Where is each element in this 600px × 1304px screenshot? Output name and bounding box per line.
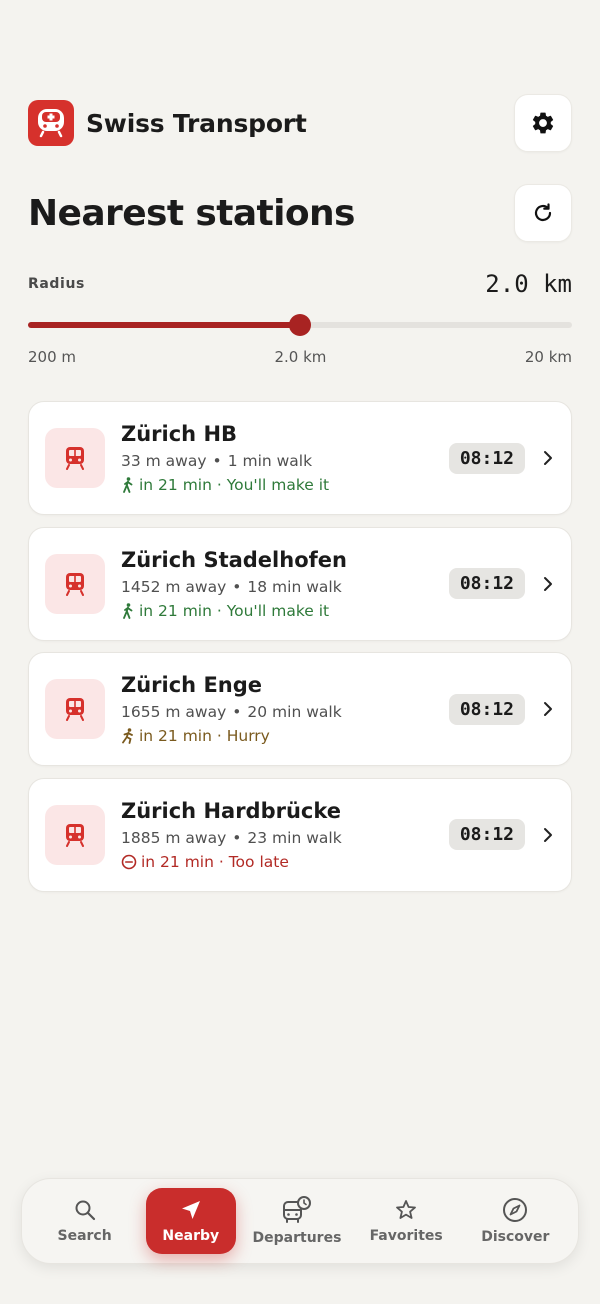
station-status: in 21 min · You'll make it — [121, 475, 449, 495]
app-logo-icon — [28, 100, 74, 146]
nav-favorites-label: Favorites — [369, 1228, 443, 1244]
train-icon — [45, 553, 105, 614]
slider-tick-min: 200 m — [28, 348, 77, 366]
walking-icon — [123, 602, 133, 619]
station-card[interactable]: Zürich Stadelhofen 1452 m away • 18 min wa… — [28, 526, 572, 641]
departure-time: 08:12 — [448, 568, 525, 599]
app-title: Swiss Transport — [86, 108, 307, 138]
station-card[interactable]: Zürich Enge 1655 m away • 20 min walk in 2… — [28, 652, 572, 766]
radius-row: Radius 2.0 km — [28, 270, 572, 298]
station-name: Zürich Hardbrücke — [121, 798, 342, 823]
station-card[interactable]: Zürich Hardbrücke 1885 m away • 23 min wal… — [28, 777, 572, 892]
slider-tick-mid: 2.0 km — [274, 348, 327, 366]
app-header: Swiss Transport — [28, 93, 572, 153]
train-icon — [45, 428, 105, 488]
refresh-button[interactable] — [514, 184, 572, 242]
page-title: Nearest stations — [28, 192, 355, 234]
chevron-right-icon — [543, 827, 553, 843]
station-card[interactable]: Zürich HB 33 m away • 1 min walk in 21 min… — [28, 401, 572, 515]
status-text: in 21 min · You'll make it — [139, 601, 330, 620]
station-list: Zürich HB 33 m away • 1 min walk in 21 min… — [28, 401, 572, 903]
slider-thumb[interactable] — [289, 314, 311, 336]
distance-text: 1655 m away — [121, 703, 227, 721]
status-text: in 21 min · You'll make it — [139, 476, 330, 494]
navigation-arrow-icon — [181, 1201, 200, 1219]
distance-text: 1885 m away — [121, 828, 227, 847]
refresh-icon — [534, 203, 552, 222]
slider-ticks: 200 m 2.0 km 20 km — [28, 348, 572, 366]
station-name: Zürich HB — [121, 422, 238, 446]
departure-time: 08:12 — [448, 442, 525, 474]
nav-departures[interactable]: Departures — [249, 1188, 345, 1254]
brand: Swiss Transport — [28, 100, 307, 146]
settings-button[interactable] — [514, 94, 572, 152]
departure-time: 08:12 — [448, 693, 525, 725]
walk-time: 20 min walk — [247, 703, 342, 721]
nav-departures-label: Departures — [252, 1230, 342, 1246]
nav-nearby-label: Nearby — [162, 1228, 220, 1244]
chevron-right-icon — [543, 701, 553, 717]
slider-fill — [28, 322, 300, 328]
nav-nearby[interactable]: Nearby — [145, 1188, 236, 1254]
page-heading: Nearest stations — [28, 183, 572, 243]
station-name: Zürich Stadelhofen — [121, 547, 347, 572]
nav-discover-label: Discover — [481, 1229, 550, 1245]
radius-slider[interactable] — [28, 314, 572, 336]
radius-value: 2.0 km — [485, 270, 572, 298]
nav-search[interactable]: Search — [37, 1188, 133, 1254]
station-info: Zürich Enge 1655 m away • 20 min walk in 2… — [121, 672, 449, 746]
compass-icon — [503, 1198, 528, 1222]
star-icon — [396, 1200, 417, 1219]
distance-text: 1452 m away — [121, 577, 227, 596]
station-distance: 1885 m away • 23 min walk — [121, 828, 342, 847]
walk-time: 23 min walk — [247, 828, 342, 847]
station-info: Zürich Stadelhofen 1452 m away • 18 min wa… — [121, 547, 449, 621]
station-info: Zürich Hardbrücke 1885 m away • 23 min wal… — [121, 798, 449, 872]
bottom-nav: Search Nearby Departures Favorites Disco… — [21, 1178, 579, 1264]
walking-icon — [123, 477, 133, 493]
slider-tick-max: 20 km — [524, 348, 572, 366]
distance-text: 33 m away — [121, 452, 207, 470]
station-info: Zürich HB 33 m away • 1 min walk in 21 min… — [121, 421, 449, 495]
radius-label: Radius — [28, 276, 85, 292]
nav-discover[interactable]: Discover — [467, 1188, 563, 1254]
nav-search-label: Search — [57, 1228, 112, 1244]
gear-icon — [532, 112, 554, 134]
nav-favorites[interactable]: Favorites — [358, 1188, 454, 1254]
station-status: in 21 min · Hurry — [121, 726, 449, 746]
station-distance: 1452 m away • 18 min walk — [121, 577, 342, 596]
search-icon — [75, 1200, 95, 1221]
station-status: in 21 min · Too late — [121, 852, 449, 872]
chevron-right-icon — [543, 576, 553, 592]
status-text: in 21 min · Too late — [141, 852, 289, 871]
chevron-right-icon — [543, 450, 553, 466]
departure-time: 08:12 — [448, 819, 525, 850]
train-icon — [45, 804, 105, 865]
station-name: Zürich Enge — [121, 673, 263, 697]
walk-time: 18 min walk — [247, 577, 342, 596]
train-icon — [45, 679, 105, 739]
station-distance: 33 m away • 1 min walk — [121, 452, 313, 470]
status-text: in 21 min · Hurry — [139, 727, 270, 745]
bus-clock-icon — [282, 1196, 311, 1223]
station-distance: 1655 m away • 20 min walk — [121, 703, 342, 721]
no-entry-icon — [121, 854, 137, 869]
walk-time: 1 min walk — [227, 452, 313, 470]
station-status: in 21 min · You'll make it — [121, 601, 449, 621]
running-icon — [122, 728, 133, 744]
